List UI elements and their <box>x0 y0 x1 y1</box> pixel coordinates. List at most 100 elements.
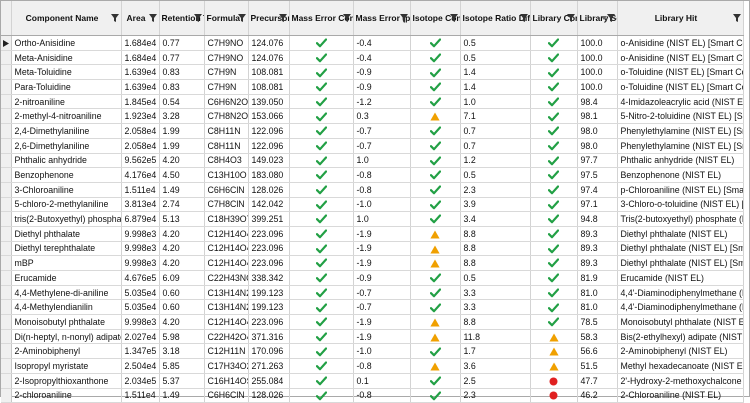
row-selector[interactable] <box>1 94 12 110</box>
cell-formula[interactable]: C12H14O4 <box>204 226 249 242</box>
table-row[interactable]: Diethyl phthalate 9.998e3 4.20 C12H14O4 223.… <box>1 226 744 242</box>
cell-formula[interactable]: C13H14N2 <box>204 299 249 316</box>
filter-icon[interactable] <box>278 14 287 22</box>
cell-library-hit[interactable]: Phenylethylamine (NIST EL) [Smart Con… <box>617 123 744 139</box>
cell-mass-error-confidence[interactable] <box>289 314 354 330</box>
cell-precursor-mass[interactable]: 139.050 <box>248 94 290 110</box>
cell-precursor-mass[interactable]: 108.081 <box>248 64 290 81</box>
cell-library-hit[interactable]: 4,4'-Diaminodiphenylmethane (NIST EL… <box>617 285 744 301</box>
row-selector[interactable] <box>1 123 12 139</box>
cell-mass-error-ppm[interactable]: -1.9 <box>353 314 411 330</box>
cell-mass-error-confidence[interactable] <box>289 79 354 95</box>
table-row[interactable]: 2-nitroaniline1.845e40.54C6H6N2O2139.050… <box>1 94 744 110</box>
cell-library-hit[interactable]: Phenylethylamine (NIST EL) [Smart Con… <box>617 138 744 154</box>
cell-retention-time[interactable]: 0.60 <box>159 285 205 301</box>
header-isotope-ratio-difference[interactable]: Isotope Ratio Difference <box>460 1 531 36</box>
cell-component-name[interactable]: Meta-Anisidine <box>11 50 122 66</box>
cell-precursor-mass[interactable]: 223.096 <box>248 314 290 330</box>
cell-formula[interactable]: C7H9N <box>204 79 249 95</box>
cell-component-name[interactable]: 2-chloroaniline <box>11 388 122 403</box>
cell-formula[interactable]: C18H39O7P <box>204 211 249 227</box>
cell-mass-error-ppm[interactable]: -1.9 <box>353 241 411 257</box>
table-row[interactable]: tris(2-Butoxyethyl) phosphate 6.879e4 5.13… <box>1 211 744 227</box>
cell-mass-error-ppm[interactable]: -0.9 <box>353 79 411 95</box>
cell-isotope-confidence[interactable] <box>410 358 461 374</box>
cell-isotope-ratio-difference[interactable]: 1.0 <box>460 94 531 110</box>
header-precursor-mass[interactable]: Precursor Mass <box>248 1 290 36</box>
cell-isotope-ratio-difference[interactable]: 3.3 <box>460 285 531 301</box>
cell-isotope-confidence[interactable] <box>410 285 461 301</box>
cell-component-name[interactable]: 2,6-Dimethylaniline <box>11 138 122 154</box>
cell-isotope-ratio-difference[interactable]: 0.5 <box>460 35 531 51</box>
cell-formula[interactable]: C12H14O4 <box>204 241 249 257</box>
cell-isotope-ratio-difference[interactable]: 0.7 <box>460 138 531 154</box>
table-row[interactable]: Meta-Toluidine 1.639e4 0.83 C7H9N 108.081 -0.… <box>1 64 744 81</box>
filter-icon[interactable] <box>148 14 157 22</box>
cell-formula[interactable]: C22H43NO <box>204 270 249 286</box>
cell-mass-error-confidence[interactable] <box>289 35 354 51</box>
table-row[interactable]: Di(n-heptyl, n-nonyl) adipate 2.027e4 5.98… <box>1 329 744 345</box>
cell-retention-time[interactable]: 0.60 <box>159 299 205 316</box>
cell-library-confidence[interactable] <box>530 329 578 345</box>
cell-isotope-confidence[interactable] <box>410 226 461 242</box>
table-row[interactable]: Para-Toluidine 1.639e4 0.83 C7H9N 108.081 -0.… <box>1 79 744 95</box>
cell-library-hit[interactable]: Tris(2-butoxyethyl) phosphate (NIST EL) <box>617 211 744 227</box>
cell-component-name[interactable]: 2-nitroaniline <box>11 94 122 110</box>
table-row[interactable]: 4,4-Methylendianilin 5.035e4 0.60 C13H14N2 1… <box>1 299 744 316</box>
cell-library-hit[interactable]: Diethyl phthalate (NIST EL) <box>617 226 744 242</box>
cell-library-score[interactable]: 100.0 <box>577 35 618 51</box>
table-row[interactable]: mBP 9.998e3 4.20 C12H14O4 223.096 -1.9 8.8 89.3… <box>1 255 744 271</box>
cell-library-confidence[interactable] <box>530 138 578 154</box>
header-area[interactable]: Area <box>121 1 160 36</box>
cell-formula[interactable]: C7H8N2O2 <box>204 108 249 125</box>
cell-mass-error-confidence[interactable] <box>289 255 354 271</box>
filter-icon[interactable] <box>449 14 458 22</box>
table-row[interactable]: 5-chloro-2-methylaniline 3.813e4 2.74 C7H8C… <box>1 197 744 213</box>
cell-precursor-mass[interactable]: 338.342 <box>248 270 290 286</box>
row-selector[interactable] <box>1 270 12 286</box>
cell-library-hit[interactable]: o-Anisidine (NIST EL) [Smart Confirmati… <box>617 50 744 66</box>
table-row[interactable]: 2,6-Dimethylaniline 2.058e4 1.99 C8H11N 122.… <box>1 138 744 154</box>
cell-component-name[interactable]: 4,4-Methylendianilin <box>11 299 122 316</box>
table-row[interactable]: Diethyl terephthalate 9.998e3 4.20 C12H14O4… <box>1 241 744 257</box>
cell-formula[interactable]: C16H14OS <box>204 373 249 389</box>
row-selector[interactable] <box>1 35 12 51</box>
cell-mass-error-confidence[interactable] <box>289 167 354 183</box>
cell-mass-error-ppm[interactable]: -1.9 <box>353 255 411 271</box>
cell-isotope-confidence[interactable] <box>410 373 461 389</box>
cell-component-name[interactable]: Benzophenone <box>11 167 122 183</box>
cell-area[interactable]: 5.035e4 <box>121 299 160 316</box>
cell-mass-error-ppm[interactable]: -0.8 <box>353 167 411 183</box>
cell-isotope-confidence[interactable] <box>410 79 461 95</box>
cell-formula[interactable]: C8H11N <box>204 123 249 139</box>
cell-isotope-ratio-difference[interactable]: 8.8 <box>460 255 531 271</box>
cell-library-confidence[interactable] <box>530 255 578 271</box>
cell-isotope-confidence[interactable] <box>410 299 461 316</box>
cell-library-score[interactable]: 81.0 <box>577 285 618 301</box>
cell-mass-error-ppm[interactable]: 0.3 <box>353 108 411 125</box>
cell-component-name[interactable]: 5-chloro-2-methylaniline <box>11 197 122 213</box>
cell-isotope-confidence[interactable] <box>410 64 461 81</box>
cell-precursor-mass[interactable]: 128.026 <box>248 388 290 403</box>
cell-mass-error-confidence[interactable] <box>289 153 354 169</box>
cell-formula[interactable]: C6H6N2O2 <box>204 94 249 110</box>
filter-icon[interactable] <box>399 14 408 22</box>
cell-precursor-mass[interactable]: 128.026 <box>248 182 290 198</box>
cell-retention-time[interactable]: 3.18 <box>159 343 205 360</box>
cell-area[interactable]: 2.034e5 <box>121 373 160 389</box>
cell-retention-time[interactable]: 4.20 <box>159 153 205 169</box>
cell-component-name[interactable]: tris(2-Butoxyethyl) phosphate <box>11 211 122 227</box>
cell-precursor-mass[interactable]: 371.316 <box>248 329 290 345</box>
row-selector[interactable] <box>1 241 12 257</box>
cell-mass-error-ppm[interactable]: -0.8 <box>353 182 411 198</box>
row-selector[interactable] <box>1 255 12 271</box>
cell-precursor-mass[interactable]: 153.066 <box>248 108 290 125</box>
row-selector[interactable] <box>1 314 12 330</box>
cell-mass-error-ppm[interactable]: -1.0 <box>353 197 411 213</box>
cell-library-score[interactable]: 81.0 <box>577 299 618 316</box>
cell-area[interactable]: 9.998e3 <box>121 255 160 271</box>
cell-library-confidence[interactable] <box>530 358 578 374</box>
cell-library-score[interactable]: 51.5 <box>577 358 618 374</box>
row-selector[interactable] <box>1 358 12 374</box>
cell-precursor-mass[interactable]: 199.123 <box>248 299 290 316</box>
